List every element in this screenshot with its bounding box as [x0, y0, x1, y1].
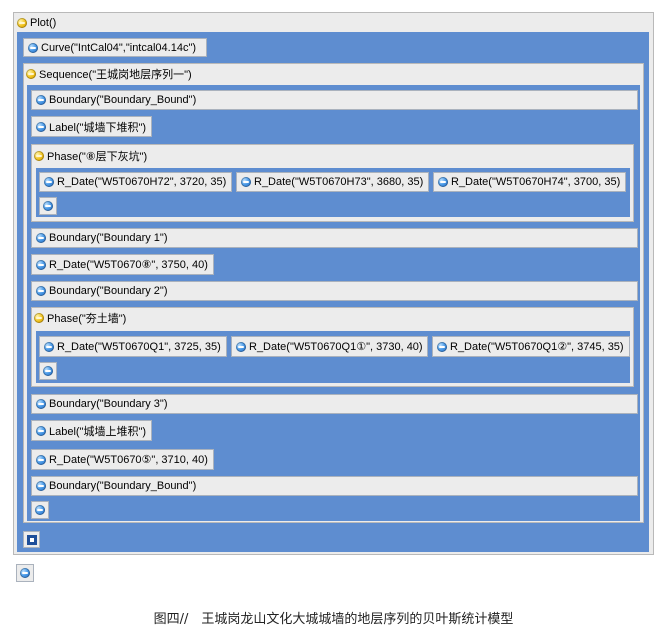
root-add-button[interactable] — [16, 564, 34, 582]
boundary-start-label: Boundary("Boundary_Bound") — [49, 94, 197, 106]
date-icon — [437, 341, 447, 352]
add-icon — [35, 505, 45, 515]
phase2-date-2-label: R_Date("W5T0670Q1①", 3730, 40) — [249, 341, 423, 353]
phase2-date-1[interactable]: R_Date("W5T0670Q1", 3725, 35) — [39, 336, 227, 357]
date-5-label: R_Date("W5T0670⑤", 3710, 40) — [49, 454, 208, 466]
boundary-icon — [36, 481, 46, 491]
phase1-date-2-label: R_Date("W5T0670H73", 3680, 35) — [254, 176, 424, 188]
phase1-label: Phase("⑧层下灰坑") — [47, 151, 148, 163]
phase2-date-3[interactable]: R_Date("W5T0670Q1②", 3745, 35) — [432, 336, 630, 357]
label-icon — [36, 425, 46, 436]
add-icon — [43, 366, 53, 376]
add-icon — [43, 201, 53, 211]
curve-icon — [28, 42, 38, 53]
boundary-end-label: Boundary("Boundary_Bound") — [49, 480, 197, 492]
date-icon — [36, 454, 46, 465]
phase1-date-3[interactable]: R_Date("W5T0670H74", 3700, 35) — [433, 172, 626, 192]
date-icon — [438, 177, 448, 187]
select-icon — [26, 534, 37, 545]
boundary-icon — [36, 95, 46, 105]
boundary-2-item[interactable]: Boundary("Boundary 2") — [31, 281, 638, 301]
date-icon — [241, 177, 251, 187]
label-icon — [36, 121, 46, 132]
phase2-date-3-label: R_Date("W5T0670Q1②", 3745, 35) — [450, 341, 624, 353]
phase-icon — [34, 313, 44, 323]
phase1-date-1[interactable]: R_Date("W5T0670H72", 3720, 35) — [39, 172, 232, 192]
boundary-3-label: Boundary("Boundary 3") — [49, 398, 168, 410]
boundary-icon — [36, 233, 46, 243]
label-upper-text: Label("城墙上堆积") — [49, 425, 147, 438]
curve-label: Curve("IntCal04","intcal04.14c") — [41, 41, 197, 54]
phase-icon — [34, 151, 44, 161]
phase1-add-button[interactable] — [39, 197, 57, 215]
boundary-end-item[interactable]: Boundary("Boundary_Bound") — [31, 476, 638, 496]
date-icon — [44, 177, 54, 187]
phase1-date-3-label: R_Date("W5T0670H74", 3700, 35) — [451, 176, 621, 188]
date-8-item[interactable]: R_Date("W5T0670⑧", 3750, 40) — [31, 254, 214, 275]
boundary-1-label: Boundary("Boundary 1") — [49, 232, 168, 244]
figure-caption: 图四// 王城岗龙山文化大城城墙的地层序列的贝叶斯统计模型 — [153, 612, 514, 627]
curve-item[interactable]: Curve("IntCal04","intcal04.14c") — [23, 38, 207, 57]
boundary-icon — [36, 286, 46, 296]
sequence-add-button[interactable] — [31, 501, 49, 519]
sequence-header[interactable]: Sequence("王城岗地层序列一") — [26, 65, 192, 83]
plot-select-button[interactable] — [23, 531, 40, 548]
phase1-date-2[interactable]: R_Date("W5T0670H73", 3680, 35) — [236, 172, 429, 192]
date-8-label: R_Date("W5T0670⑧", 3750, 40) — [49, 259, 208, 271]
phase1-header[interactable]: Phase("⑧层下灰坑") — [34, 147, 147, 165]
boundary-1-item[interactable]: Boundary("Boundary 1") — [31, 228, 638, 248]
date-icon — [44, 341, 54, 352]
plot-label: Plot() — [30, 17, 57, 29]
label-lower-text: Label("城墙下堆积") — [49, 121, 147, 134]
label-lower-item[interactable]: Label("城墙下堆积") — [31, 116, 152, 137]
boundary-2-label: Boundary("Boundary 2") — [49, 285, 168, 297]
phase2-date-2[interactable]: R_Date("W5T0670Q1①", 3730, 40) — [231, 336, 428, 357]
boundary-icon — [36, 399, 46, 409]
boundary-start-item[interactable]: Boundary("Boundary_Bound") — [31, 90, 638, 110]
plot-icon — [17, 18, 27, 28]
phase2-header[interactable]: Phase("夯土墙") — [34, 309, 126, 327]
boundary-3-item[interactable]: Boundary("Boundary 3") — [31, 394, 638, 414]
phase1-date-1-label: R_Date("W5T0670H72", 3720, 35) — [57, 176, 227, 188]
date-icon — [236, 341, 246, 352]
sequence-icon — [26, 69, 36, 79]
add-icon — [20, 568, 30, 578]
phase2-label: Phase("夯土墙") — [47, 313, 127, 325]
sequence-label: Sequence("王城岗地层序列一") — [39, 69, 192, 81]
phase2-date-1-label: R_Date("W5T0670Q1", 3725, 35) — [57, 340, 221, 353]
label-upper-item[interactable]: Label("城墙上堆积") — [31, 420, 152, 441]
date-icon — [36, 259, 46, 270]
plot-header[interactable]: Plot() — [17, 15, 56, 31]
phase2-add-button[interactable] — [39, 362, 57, 380]
date-5-item[interactable]: R_Date("W5T0670⑤", 3710, 40) — [31, 449, 214, 470]
